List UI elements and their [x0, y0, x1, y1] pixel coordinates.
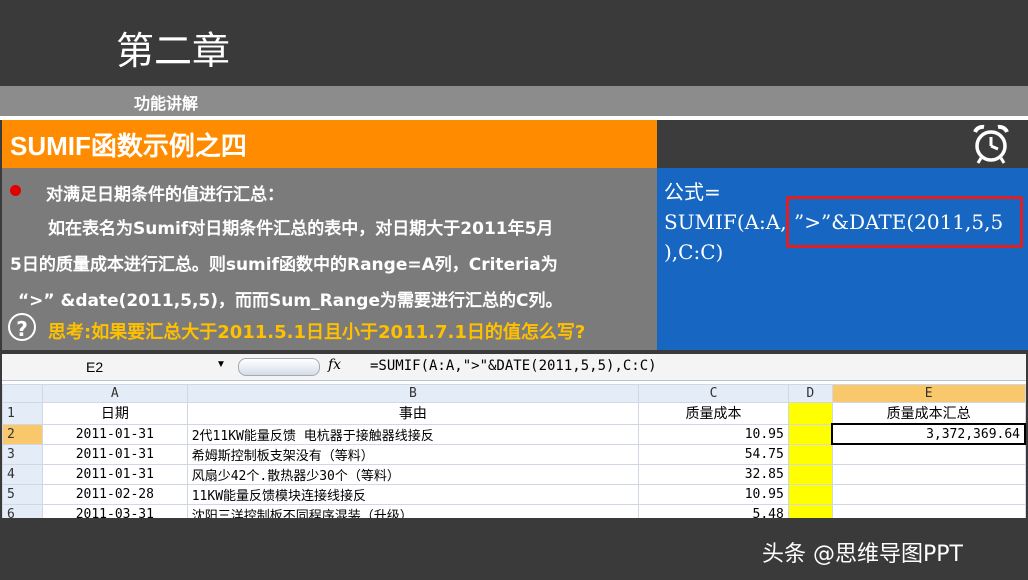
- column-header-c[interactable]: C: [638, 384, 789, 403]
- cell-b[interactable]: 希姆斯控制板支架没有（等料）: [186, 443, 640, 465]
- table-row: 3 2011-01-31 希姆斯控制板支架没有（等料） 54.75: [2, 443, 1026, 465]
- cell-e[interactable]: 质量成本汇总: [831, 402, 1026, 425]
- cell-a[interactable]: 2011-03-31: [41, 503, 188, 518]
- think-question: 思考:如果要汇总大于2011.5.1日且小于2011.7.1日的值怎么写?: [48, 322, 586, 343]
- chevron-down-icon[interactable]: ▼: [216, 359, 226, 370]
- bullet-dot: [10, 185, 21, 196]
- watermark: 头条 @思维导图PPT: [762, 542, 963, 567]
- row-header[interactable]: 6: [2, 503, 43, 518]
- cell-c[interactable]: 5.48: [638, 503, 789, 518]
- cell-b[interactable]: 风扇少42个.散热器少30个（等料）: [186, 463, 640, 485]
- description-line-2: 5日的质量成本进行汇总。则sumif函数中的Range=A列，Criteria为: [10, 255, 558, 275]
- row-header[interactable]: 3: [2, 443, 43, 465]
- table-row: 4 2011-01-31 风扇少42个.散热器少30个（等料） 32.85: [2, 463, 1026, 485]
- formula-bar-scroll-handle[interactable]: [238, 358, 320, 376]
- cell-a[interactable]: 2011-02-28: [41, 483, 188, 505]
- table-row: 6 2011-03-31 沈阳三洋控制板不同程序混装（升级） 5.48: [2, 503, 1026, 518]
- row-header[interactable]: 1: [2, 402, 43, 425]
- cell-b[interactable]: 沈阳三洋控制板不同程序混装（升级）: [186, 503, 640, 518]
- column-header-row: A B C D E: [2, 384, 1026, 403]
- cell-d[interactable]: [787, 503, 833, 518]
- cell-c[interactable]: 32.85: [638, 463, 789, 485]
- cell-c[interactable]: 10.95: [638, 423, 789, 445]
- column-header-e[interactable]: E: [831, 384, 1026, 403]
- formula-line-2: ),C:C): [664, 240, 724, 264]
- name-box[interactable]: E2 ▼: [2, 356, 228, 378]
- spreadsheet: E2 ▼ fx =SUMIF(A:A,">"&DATE(2011,5,5),C:…: [2, 354, 1026, 518]
- row-header[interactable]: 2: [2, 423, 43, 445]
- cell-d[interactable]: [787, 443, 833, 465]
- cell-e[interactable]: [831, 443, 1026, 465]
- cell-e[interactable]: [831, 483, 1026, 505]
- row-header[interactable]: 5: [2, 483, 43, 505]
- icon-area: [657, 120, 1028, 168]
- cell-e[interactable]: [831, 503, 1026, 518]
- column-header-d[interactable]: D: [787, 384, 833, 403]
- cell-e[interactable]: [831, 463, 1026, 485]
- table-row: 2 2011-01-31 2代11KW能量反馈 电杭器于接触器线接反 10.95…: [2, 423, 1026, 445]
- cell-d[interactable]: [787, 483, 833, 505]
- cell-d[interactable]: [787, 463, 833, 485]
- alarm-clock-icon: [973, 124, 1009, 164]
- cell-b[interactable]: 11KW能量反馈模块连接线接反: [186, 483, 640, 505]
- column-header-b[interactable]: B: [186, 384, 640, 403]
- select-all-corner[interactable]: [2, 384, 43, 403]
- formula-bar-input[interactable]: =SUMIF(A:A,">"&DATE(2011,5,5),C:C): [370, 358, 657, 374]
- cell-a[interactable]: 2011-01-31: [41, 423, 188, 445]
- cell-c[interactable]: 54.75: [638, 443, 789, 465]
- cell-b[interactable]: 2代11KW能量反馈 电杭器于接触器线接反: [186, 423, 640, 445]
- cell-a[interactable]: 日期: [41, 402, 188, 425]
- formula-label: 公式=: [664, 180, 721, 204]
- cell-a[interactable]: 2011-01-31: [41, 463, 188, 485]
- section-label: 功能讲解: [134, 94, 199, 113]
- row-header[interactable]: 4: [2, 463, 43, 485]
- sheet-grid: A B C D E 1 日期 事由 质量成本 质量成本汇总 2 2011-01-…: [2, 384, 1026, 518]
- cell-d[interactable]: [787, 402, 833, 425]
- table-row: 1 日期 事由 质量成本 质量成本汇总: [2, 402, 1026, 425]
- name-box-value: E2: [86, 359, 104, 375]
- chapter-title: 第二章: [116, 29, 231, 73]
- description-line-3: “>” &date(2011,5,5)，而而Sum_Range为需要进行汇总的C…: [18, 291, 563, 311]
- description-line-1: 如在表名为Sumif对日期条件汇总的表中，对日期大于2011年5月: [48, 219, 554, 239]
- table-row: 5 2011-02-28 11KW能量反馈模块连接线接反 10.95: [2, 483, 1026, 505]
- cell-e-selected[interactable]: 3,372,369.64: [831, 423, 1026, 445]
- fx-icon[interactable]: fx: [328, 357, 341, 373]
- cell-d[interactable]: [787, 423, 833, 445]
- cell-a[interactable]: 2011-01-31: [41, 443, 188, 465]
- question-icon: ?: [8, 313, 36, 341]
- formula-line-1-prefix: SUMIF(A:A,: [664, 210, 787, 234]
- description-heading: 对满足日期条件的值进行汇总：: [46, 185, 284, 205]
- formula-bar: E2 ▼ fx =SUMIF(A:A,">"&DATE(2011,5,5),C:…: [2, 354, 1026, 381]
- slide-title: SUMIF函数示例之四: [10, 131, 247, 161]
- formula-highlight-box: [786, 196, 1023, 248]
- column-header-a[interactable]: A: [41, 384, 188, 403]
- cell-b[interactable]: 事由: [186, 402, 640, 425]
- cell-c[interactable]: 10.95: [638, 483, 789, 505]
- cell-c[interactable]: 质量成本: [638, 402, 789, 425]
